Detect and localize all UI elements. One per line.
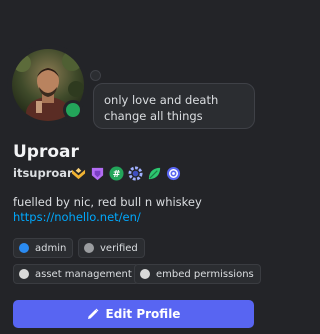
online-status-indicator bbox=[63, 100, 83, 120]
nitro-icon[interactable] bbox=[90, 166, 105, 181]
server-booster-icon[interactable] bbox=[128, 165, 143, 181]
pencil-icon bbox=[87, 308, 98, 319]
role-color-dot bbox=[84, 243, 94, 253]
custom-status-bubble[interactable]: only love and death change all things bbox=[93, 83, 255, 129]
display-name[interactable]: Uproar bbox=[13, 142, 79, 162]
custom-status-line-1: only love and death bbox=[104, 93, 219, 107]
custom-status-line-2: change all things bbox=[104, 109, 203, 123]
role-label: admin bbox=[35, 242, 67, 254]
role-pill-embed-permissions[interactable]: embed permissions bbox=[134, 264, 261, 284]
bio-text: fuelled by nic, red bull n whiskey bbox=[13, 195, 202, 209]
completed-quest-icon[interactable] bbox=[166, 166, 181, 181]
role-color-dot bbox=[19, 269, 29, 279]
badge-list: # bbox=[71, 165, 181, 181]
role-pill-asset-management[interactable]: asset management bbox=[13, 264, 139, 284]
role-pill-verified[interactable]: verified bbox=[78, 238, 145, 258]
role-label: asset management bbox=[35, 268, 132, 280]
edit-profile-button[interactable]: Edit Profile bbox=[13, 300, 254, 328]
role-label: embed permissions bbox=[156, 268, 254, 280]
role-pill-admin[interactable]: admin bbox=[13, 238, 74, 258]
active-developer-icon[interactable]: # bbox=[109, 165, 124, 181]
username[interactable]: itsuproar bbox=[13, 166, 73, 180]
role-label: verified bbox=[100, 242, 138, 254]
role-color-dot bbox=[19, 243, 29, 253]
quest-leaf-icon[interactable] bbox=[147, 166, 162, 181]
role-color-dot bbox=[140, 269, 150, 279]
hypesquad-balance-icon[interactable] bbox=[71, 166, 86, 181]
profile-card: only love and death change all things Up… bbox=[0, 0, 265, 334]
bio-link[interactable]: https://nohello.net/en/ bbox=[13, 210, 141, 224]
edit-profile-label: Edit Profile bbox=[105, 307, 181, 321]
svg-text:#: # bbox=[113, 168, 121, 179]
status-bubble-tail bbox=[90, 70, 101, 81]
